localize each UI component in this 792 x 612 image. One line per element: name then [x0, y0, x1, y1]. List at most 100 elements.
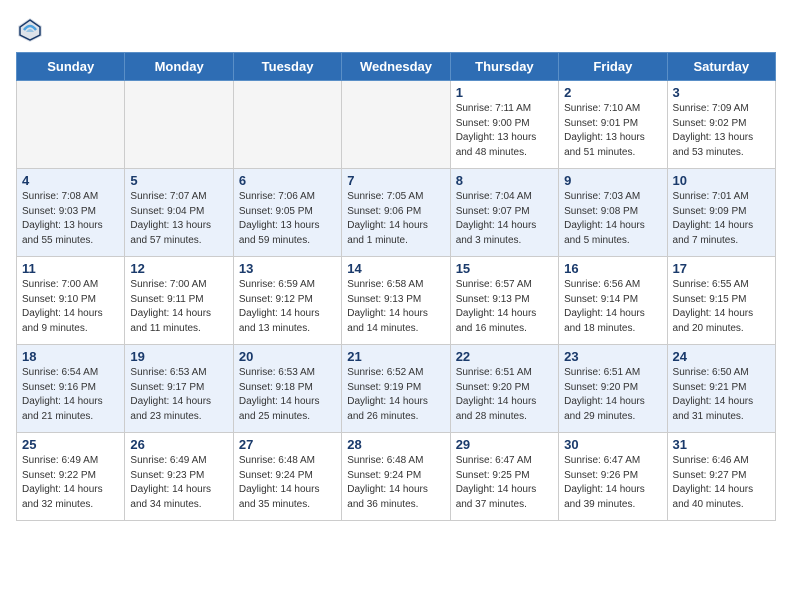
calendar-cell: 18Sunrise: 6:54 AM Sunset: 9:16 PM Dayli…: [17, 345, 125, 433]
day-info: Sunrise: 6:51 AM Sunset: 9:20 PM Dayligh…: [456, 366, 553, 424]
calendar-cell: 20 Sunrise: 6:53 AM Sunset: 9:18 PM Dayli…: [233, 345, 341, 433]
calendar-cell: 13 Sunrise: 6:59 AM Sunset: 9:12 PM Dayli…: [233, 257, 341, 345]
calendar-table: SundayMondayTuesdayWednesdayThursdayFrid…: [16, 52, 776, 521]
calendar-header: SundayMondayTuesdayWednesdayThursdayFrid…: [17, 53, 776, 81]
weekday-row: SundayMondayTuesdayWednesdayThursdayFrid…: [17, 53, 776, 81]
calendar-cell: 9 Sunrise: 7:03 AM Sunset: 9:08 PM Daylig…: [559, 169, 667, 257]
day-number: 10: [673, 173, 770, 188]
calendar-cell: 15 Sunrise: 6:57 AM Sunset: 9:13 PM Dayli…: [450, 257, 558, 345]
day-info: Sunrise: 6:52 AM Sunset: 9:19 PM Dayligh…: [347, 366, 444, 424]
day-number: 31: [673, 437, 770, 452]
day-info: Sunrise: 6:53 AM Sunset: 9:18 PM Dayligh…: [239, 366, 336, 424]
day-info: Sunrise: 6:49 AM Sunset: 9:22 PM Dayligh…: [22, 454, 119, 512]
day-info: Sunrise: 7:07 AM Sunset: 9:04 PM Dayligh…: [130, 190, 227, 248]
day-number: 2: [564, 85, 661, 100]
day-number: 3: [673, 85, 770, 100]
day-info: Sunrise: 6:55 AM Sunset: 9:15 PM Dayligh…: [673, 278, 770, 336]
calendar-cell: 5Sunrise: 7:07 AM Sunset: 9:04 PM Daylig…: [125, 169, 233, 257]
calendar-cell: 29Sunrise: 6:47 AM Sunset: 9:25 PM Dayli…: [450, 433, 558, 521]
day-number: 23: [564, 349, 661, 364]
day-info: Sunrise: 7:10 AM Sunset: 9:01 PM Dayligh…: [564, 102, 661, 160]
calendar-cell: 14Sunrise: 6:58 AM Sunset: 9:13 PM Dayli…: [342, 257, 450, 345]
day-number: 25: [22, 437, 119, 452]
calendar-cell: 25 Sunrise: 6:49 AM Sunset: 9:22 PM Dayli…: [17, 433, 125, 521]
calendar-body: 1 Sunrise: 7:11 AM Sunset: 9:00 PM Daylig…: [17, 81, 776, 521]
day-number: 15: [456, 261, 553, 276]
day-number: 17: [673, 261, 770, 276]
day-info: Sunrise: 6:51 AM Sunset: 9:20 PM Dayligh…: [564, 366, 661, 424]
calendar-week-1: 1 Sunrise: 7:11 AM Sunset: 9:00 PM Daylig…: [17, 81, 776, 169]
calendar-cell: 4Sunrise: 7:08 AM Sunset: 9:03 PM Daylig…: [17, 169, 125, 257]
day-number: 26: [130, 437, 227, 452]
day-info: Sunrise: 6:59 AM Sunset: 9:12 PM Dayligh…: [239, 278, 336, 336]
day-number: 28: [347, 437, 444, 452]
weekday-header-monday: Monday: [125, 53, 233, 81]
calendar-cell: 6 Sunrise: 7:06 AM Sunset: 9:05 PM Daylig…: [233, 169, 341, 257]
day-info: Sunrise: 6:48 AM Sunset: 9:24 PM Dayligh…: [239, 454, 336, 512]
day-number: 20: [239, 349, 336, 364]
calendar-cell: 7 Sunrise: 7:05 AM Sunset: 9:06 PM Daylig…: [342, 169, 450, 257]
day-info: Sunrise: 6:53 AM Sunset: 9:17 PM Dayligh…: [130, 366, 227, 424]
day-info: Sunrise: 6:46 AM Sunset: 9:27 PM Dayligh…: [673, 454, 770, 512]
page-header: [16, 16, 776, 44]
day-info: Sunrise: 7:01 AM Sunset: 9:09 PM Dayligh…: [673, 190, 770, 248]
calendar-cell: 2 Sunrise: 7:10 AM Sunset: 9:01 PM Daylig…: [559, 81, 667, 169]
weekday-header-tuesday: Tuesday: [233, 53, 341, 81]
day-info: Sunrise: 7:03 AM Sunset: 9:08 PM Dayligh…: [564, 190, 661, 248]
calendar-cell: 21Sunrise: 6:52 AM Sunset: 9:19 PM Dayli…: [342, 345, 450, 433]
day-info: Sunrise: 7:04 AM Sunset: 9:07 PM Dayligh…: [456, 190, 553, 248]
day-number: 7: [347, 173, 444, 188]
logo-icon: [16, 16, 44, 44]
calendar-cell: 19 Sunrise: 6:53 AM Sunset: 9:17 PM Dayli…: [125, 345, 233, 433]
day-info: Sunrise: 6:50 AM Sunset: 9:21 PM Dayligh…: [673, 366, 770, 424]
day-number: 6: [239, 173, 336, 188]
calendar-cell: 8Sunrise: 7:04 AM Sunset: 9:07 PM Daylig…: [450, 169, 558, 257]
calendar-cell: 12 Sunrise: 7:00 AM Sunset: 9:11 PM Dayli…: [125, 257, 233, 345]
day-info: Sunrise: 7:05 AM Sunset: 9:06 PM Dayligh…: [347, 190, 444, 248]
weekday-header-wednesday: Wednesday: [342, 53, 450, 81]
calendar-week-5: 25 Sunrise: 6:49 AM Sunset: 9:22 PM Dayli…: [17, 433, 776, 521]
calendar-cell: 22Sunrise: 6:51 AM Sunset: 9:20 PM Dayli…: [450, 345, 558, 433]
day-number: 1: [456, 85, 553, 100]
day-number: 16: [564, 261, 661, 276]
calendar-week-3: 11Sunrise: 7:00 AM Sunset: 9:10 PM Dayli…: [17, 257, 776, 345]
logo: [16, 16, 48, 44]
day-info: Sunrise: 6:48 AM Sunset: 9:24 PM Dayligh…: [347, 454, 444, 512]
calendar-cell: 17 Sunrise: 6:55 AM Sunset: 9:15 PM Dayli…: [667, 257, 775, 345]
weekday-header-saturday: Saturday: [667, 53, 775, 81]
day-info: Sunrise: 6:58 AM Sunset: 9:13 PM Dayligh…: [347, 278, 444, 336]
day-info: Sunrise: 6:49 AM Sunset: 9:23 PM Dayligh…: [130, 454, 227, 512]
calendar-cell: [17, 81, 125, 169]
day-number: 18: [22, 349, 119, 364]
day-info: Sunrise: 6:47 AM Sunset: 9:26 PM Dayligh…: [564, 454, 661, 512]
day-number: 27: [239, 437, 336, 452]
weekday-header-thursday: Thursday: [450, 53, 558, 81]
day-info: Sunrise: 7:00 AM Sunset: 9:11 PM Dayligh…: [130, 278, 227, 336]
calendar-cell: 10 Sunrise: 7:01 AM Sunset: 9:09 PM Dayli…: [667, 169, 775, 257]
day-number: 30: [564, 437, 661, 452]
calendar-cell: 31 Sunrise: 6:46 AM Sunset: 9:27 PM Dayli…: [667, 433, 775, 521]
calendar-week-4: 18Sunrise: 6:54 AM Sunset: 9:16 PM Dayli…: [17, 345, 776, 433]
day-info: Sunrise: 6:56 AM Sunset: 9:14 PM Dayligh…: [564, 278, 661, 336]
calendar-cell: 3Sunrise: 7:09 AM Sunset: 9:02 PM Daylig…: [667, 81, 775, 169]
weekday-header-sunday: Sunday: [17, 53, 125, 81]
day-number: 29: [456, 437, 553, 452]
day-number: 24: [673, 349, 770, 364]
day-number: 13: [239, 261, 336, 276]
calendar-cell: [125, 81, 233, 169]
calendar-cell: 26 Sunrise: 6:49 AM Sunset: 9:23 PM Dayli…: [125, 433, 233, 521]
calendar-cell: 1 Sunrise: 7:11 AM Sunset: 9:00 PM Daylig…: [450, 81, 558, 169]
calendar-cell: 11Sunrise: 7:00 AM Sunset: 9:10 PM Dayli…: [17, 257, 125, 345]
day-number: 12: [130, 261, 227, 276]
day-info: Sunrise: 7:11 AM Sunset: 9:00 PM Dayligh…: [456, 102, 553, 160]
calendar-cell: 24 Sunrise: 6:50 AM Sunset: 9:21 PM Dayli…: [667, 345, 775, 433]
calendar-cell: 30 Sunrise: 6:47 AM Sunset: 9:26 PM Dayli…: [559, 433, 667, 521]
calendar-cell: 23 Sunrise: 6:51 AM Sunset: 9:20 PM Dayli…: [559, 345, 667, 433]
calendar-cell: [342, 81, 450, 169]
day-number: 9: [564, 173, 661, 188]
calendar-cell: 27 Sunrise: 6:48 AM Sunset: 9:24 PM Dayli…: [233, 433, 341, 521]
day-number: 19: [130, 349, 227, 364]
day-info: Sunrise: 6:57 AM Sunset: 9:13 PM Dayligh…: [456, 278, 553, 336]
day-info: Sunrise: 7:06 AM Sunset: 9:05 PM Dayligh…: [239, 190, 336, 248]
day-info: Sunrise: 7:08 AM Sunset: 9:03 PM Dayligh…: [22, 190, 119, 248]
